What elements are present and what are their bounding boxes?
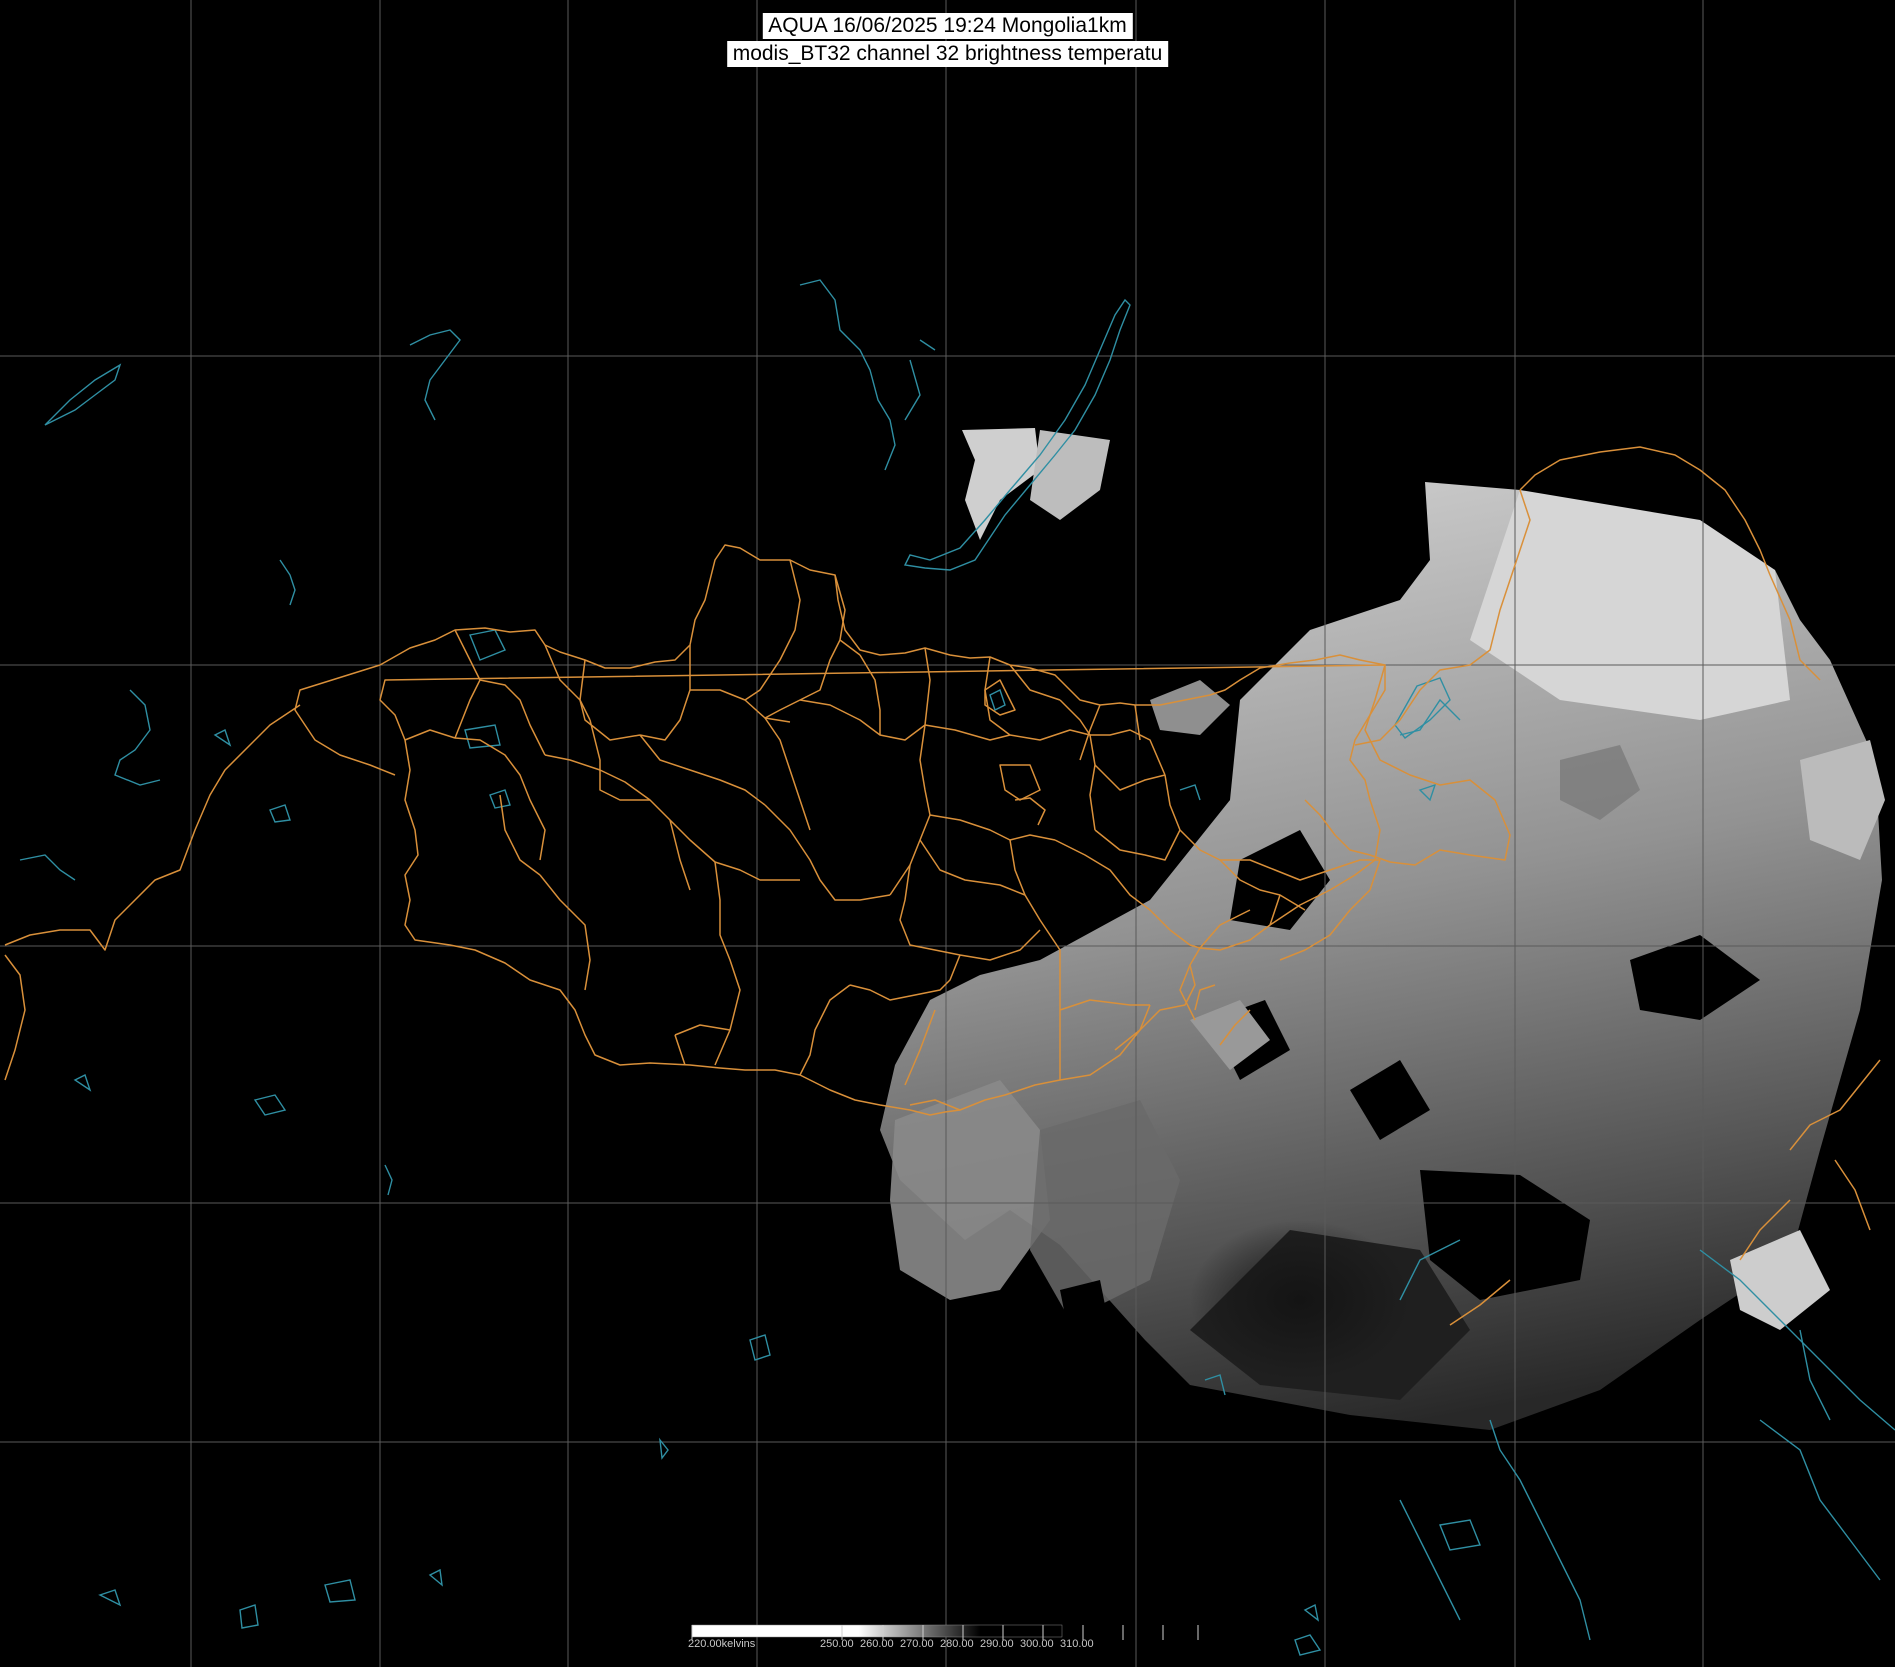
colorbar-tick-label: 250.00 — [820, 1638, 854, 1650]
title-line-1: AQUA 16/06/2025 19:24 Mongolia1km — [762, 13, 1133, 39]
colorbar-tick-label: 290.00 — [980, 1638, 1014, 1650]
satellite-map — [0, 0, 1895, 1667]
colorbar-tick-label: 280.00 — [940, 1638, 974, 1650]
colorbar-tick-label: 270.00 — [900, 1638, 934, 1650]
title-line-2: modis_BT32 channel 32 brightness tempera… — [726, 41, 1169, 67]
colorbar-tick-label: 310.00 — [1060, 1638, 1094, 1650]
colorbar-tick-label: 300.00 — [1020, 1638, 1054, 1650]
colorbar-tick-label: 260.00 — [860, 1638, 894, 1650]
colorbar-unit-label: 220.00kelvins — [688, 1638, 756, 1650]
